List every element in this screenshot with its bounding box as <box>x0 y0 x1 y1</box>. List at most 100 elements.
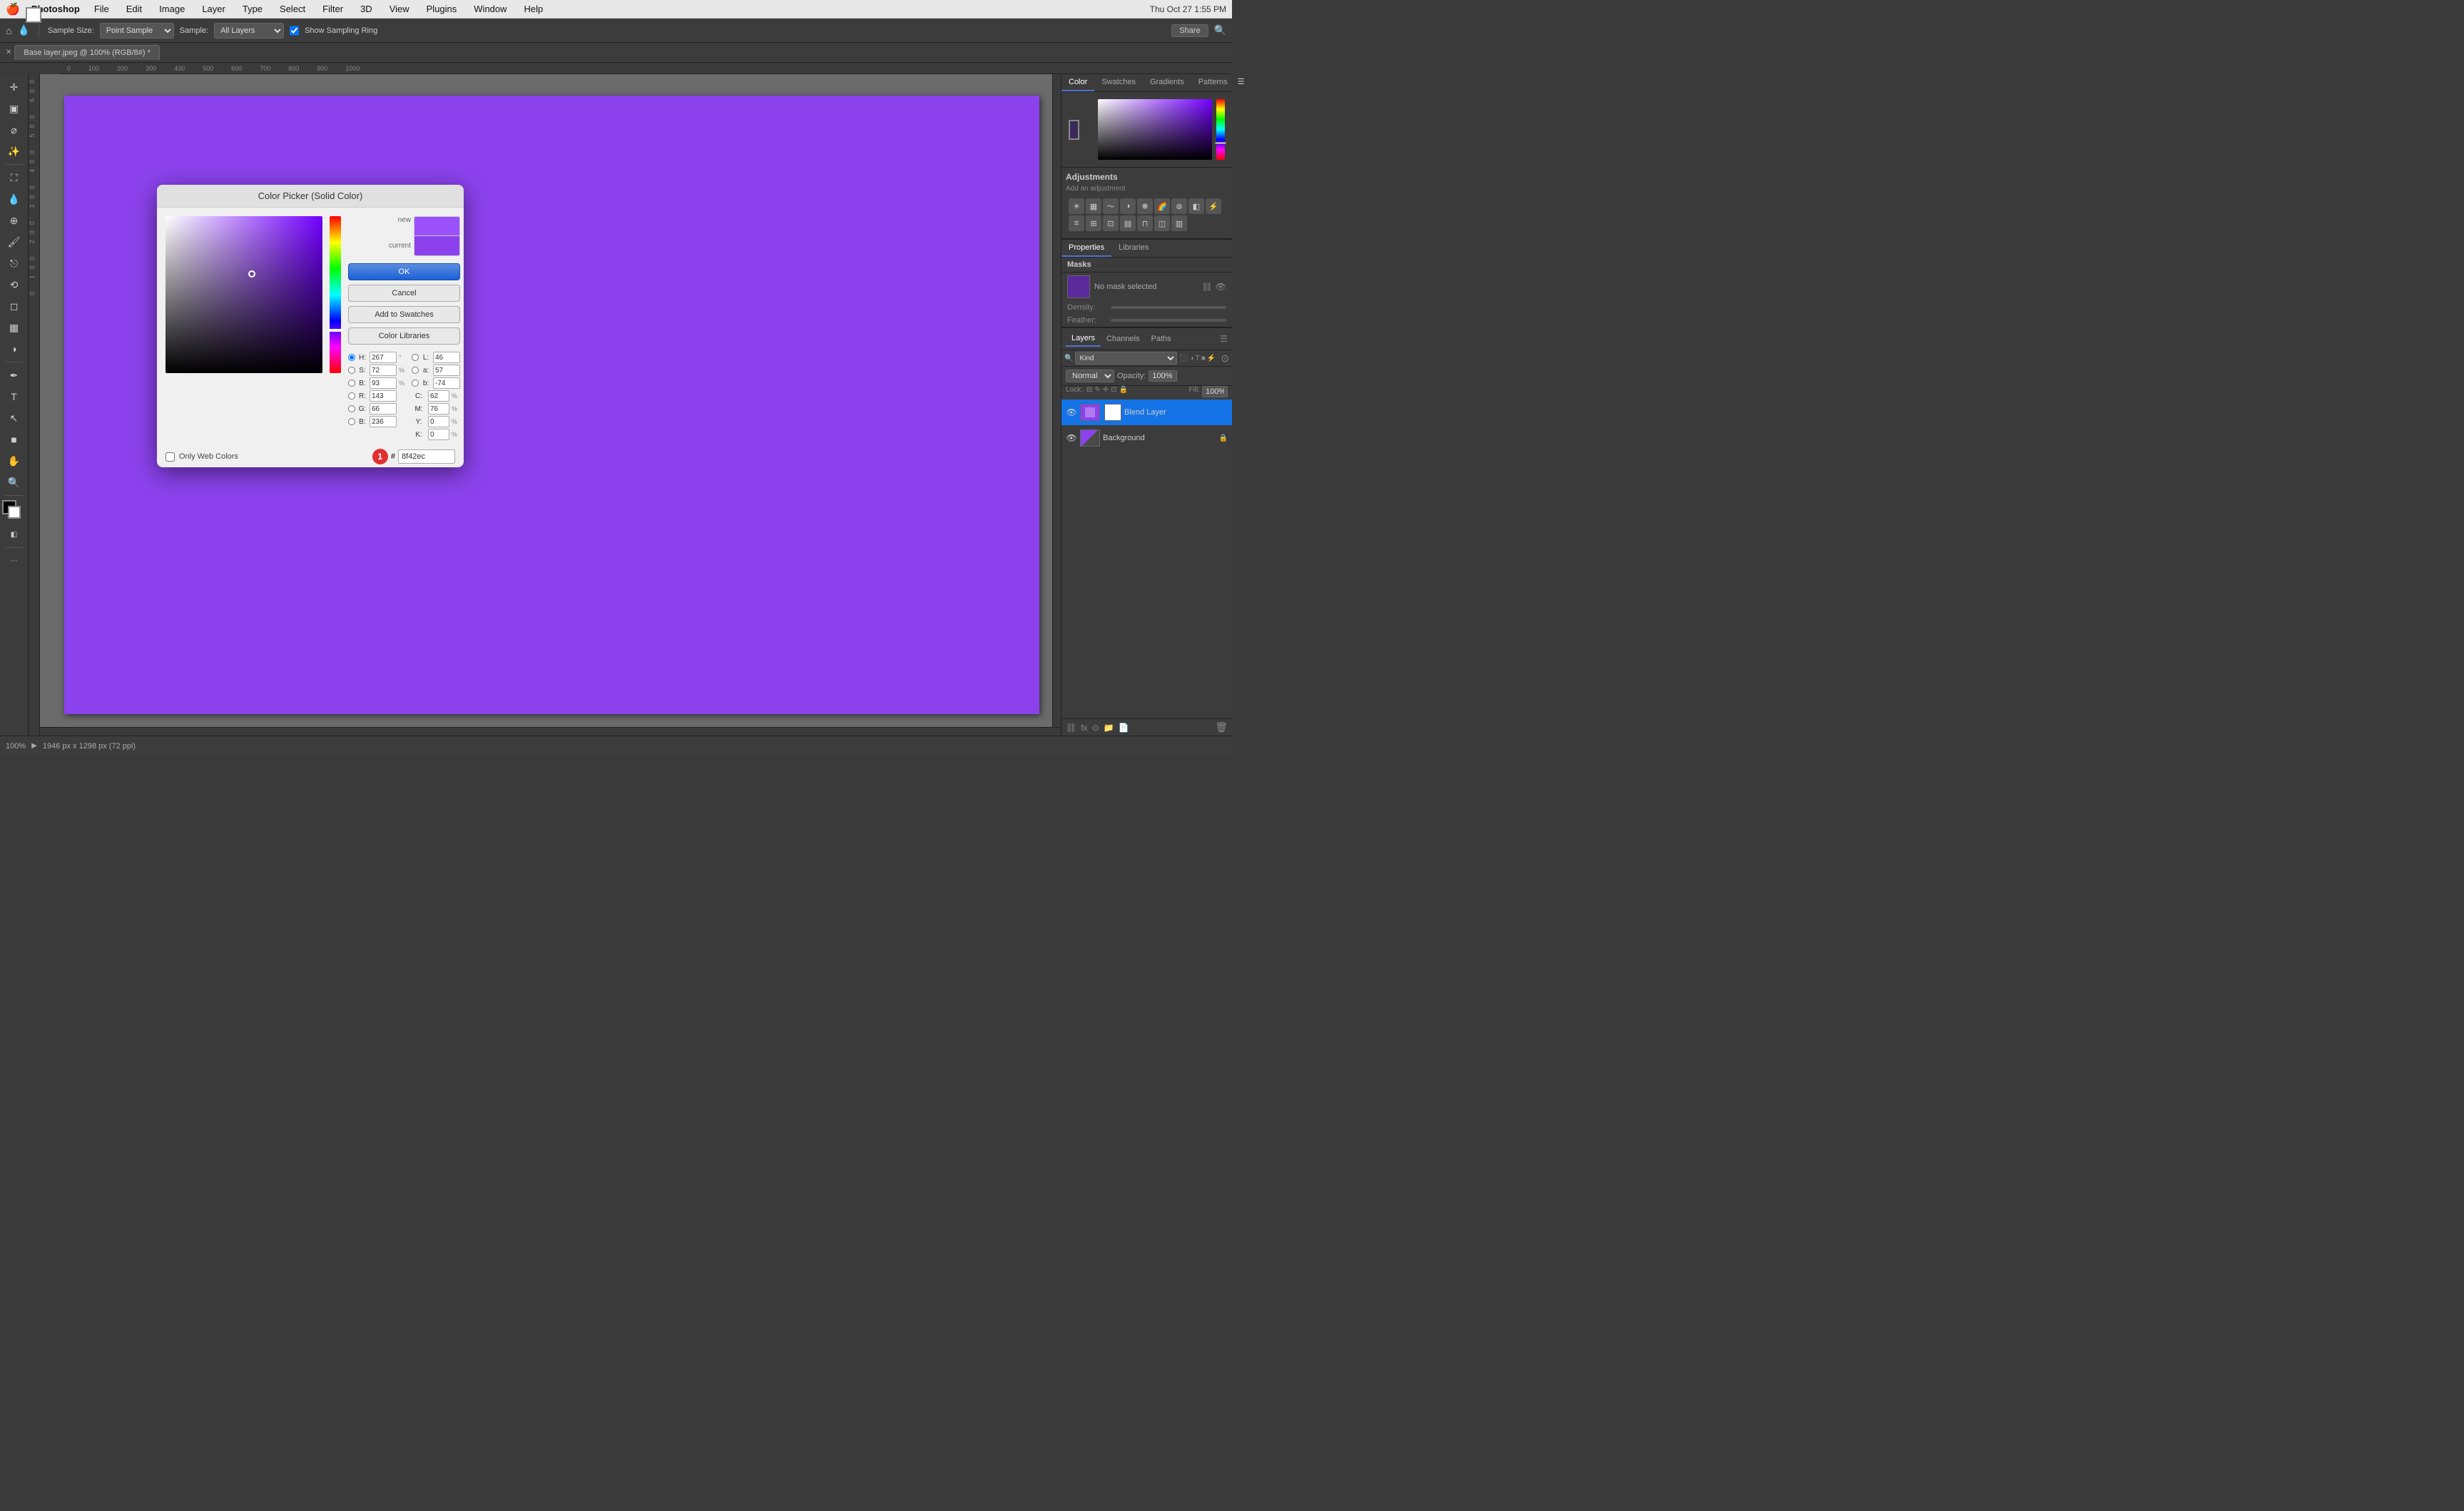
hue-slider[interactable] <box>1216 99 1225 160</box>
horizontal-scrollbar[interactable] <box>29 727 1061 736</box>
hue-sat-icon[interactable]: 🌈 <box>1154 198 1170 214</box>
brush-tool[interactable]: 🖌 <box>4 232 25 252</box>
menu-plugins[interactable]: Plugins <box>424 2 460 16</box>
menu-window[interactable]: Window <box>471 2 509 16</box>
tab-libraries[interactable]: Libraries <box>1111 240 1156 257</box>
h-input[interactable] <box>370 352 397 363</box>
vibrance-icon[interactable]: ❋ <box>1137 198 1153 214</box>
c-input[interactable] <box>428 390 449 402</box>
color-lookup-icon[interactable]: ⊞ <box>1086 215 1101 231</box>
h-radio[interactable] <box>348 354 355 361</box>
fill-input[interactable] <box>1202 386 1228 397</box>
history-tool[interactable]: ⟲ <box>4 275 25 295</box>
posterize-icon[interactable]: ▤ <box>1120 215 1136 231</box>
color-field-wrap[interactable] <box>166 216 322 373</box>
marquee-tool[interactable]: ▣ <box>4 98 25 118</box>
background-swatch[interactable] <box>26 7 41 23</box>
tab-layers[interactable]: Layers <box>1066 331 1101 347</box>
hue-strip[interactable] <box>330 216 341 373</box>
b3-input[interactable] <box>433 377 460 389</box>
opacity-input[interactable] <box>1149 370 1177 382</box>
colorbalance-icon[interactable]: ⊛ <box>1171 198 1187 214</box>
menu-view[interactable]: View <box>387 2 412 16</box>
delete-layer-icon[interactable]: 🗑 <box>1215 721 1228 733</box>
new-layer-icon[interactable]: 📄 <box>1119 723 1129 733</box>
layer-visibility-blend[interactable]: 👁 <box>1066 407 1077 418</box>
vertical-scrollbar[interactable] <box>1052 74 1061 727</box>
pen-tool[interactable]: ✒ <box>4 365 25 385</box>
tab-channels[interactable]: Channels <box>1101 332 1145 346</box>
add-style-icon[interactable]: fx <box>1081 723 1087 733</box>
b-input[interactable] <box>370 377 397 389</box>
g-radio[interactable] <box>348 405 355 412</box>
layer-visibility-bg[interactable]: 👁 <box>1066 432 1077 444</box>
r-radio[interactable] <box>348 392 355 400</box>
add-to-swatches-button[interactable]: Add to Swatches <box>348 306 460 323</box>
zoom-tool[interactable]: 🔍 <box>4 472 25 492</box>
lock-artboard-icon[interactable]: ⊡ <box>1111 386 1116 397</box>
tab-swatches[interactable]: Swatches <box>1094 74 1143 91</box>
extra-tools[interactable]: ⋯ <box>4 551 25 571</box>
lock-position-icon[interactable]: ✛ <box>1103 386 1109 397</box>
magic-wand-tool[interactable]: ✨ <box>4 141 25 161</box>
path-selection-tool[interactable]: ↖ <box>4 408 25 428</box>
l-radio[interactable] <box>412 354 419 361</box>
new-color-swatch[interactable] <box>414 216 460 236</box>
apple-menu[interactable]: 🍎 <box>6 2 20 16</box>
hue-slider-handle[interactable] <box>1215 142 1226 144</box>
brightness-icon[interactable]: ☀ <box>1069 198 1084 214</box>
fg-bg-colors[interactable] <box>2 500 26 522</box>
tab-gradients[interactable]: Gradients <box>1143 74 1191 91</box>
current-color-swatch[interactable] <box>414 236 460 256</box>
gradient-tool[interactable]: ▦ <box>4 317 25 337</box>
tab-patterns[interactable]: Patterns <box>1191 74 1235 91</box>
dodge-tool[interactable]: ◑ <box>4 339 25 359</box>
new-group-icon[interactable]: 📁 <box>1104 723 1114 733</box>
share-button[interactable]: Share <box>1171 24 1208 37</box>
menu-select[interactable]: Select <box>277 2 308 16</box>
lock-transparent-icon[interactable]: ⊟ <box>1086 386 1092 397</box>
pixel-filter-icon[interactable]: ⬛ <box>1179 355 1188 362</box>
selective-color-icon[interactable]: ◫ <box>1154 215 1170 231</box>
levels-icon[interactable]: ▦ <box>1086 198 1101 214</box>
gradient-map-icon[interactable]: ▥ <box>1171 215 1187 231</box>
document-tab[interactable]: Base layer.jpeg @ 100% (RGB/8#) * <box>14 45 159 60</box>
s-input[interactable] <box>370 365 397 376</box>
ok-button[interactable]: OK <box>348 263 460 280</box>
menu-3d[interactable]: 3D <box>357 2 375 16</box>
curves-icon[interactable]: 〜 <box>1103 198 1119 214</box>
layer-kind-select[interactable]: Kind <box>1075 352 1177 365</box>
crop-tool[interactable]: ⛶ <box>4 168 25 188</box>
home-icon[interactable]: ⌂ <box>6 25 11 36</box>
menu-type[interactable]: Type <box>240 2 265 16</box>
b2-radio[interactable] <box>348 418 355 425</box>
quick-mask-tool[interactable]: ◧ <box>4 524 25 544</box>
shape-tool[interactable]: ■ <box>4 429 25 449</box>
hand-tool[interactable]: ✋ <box>4 451 25 471</box>
type-filter-icon[interactable]: T <box>1196 355 1200 362</box>
color-gradient-preview[interactable] <box>1098 99 1212 160</box>
b3-radio[interactable] <box>412 380 419 387</box>
mask-view-icon[interactable]: 👁 <box>1216 282 1226 292</box>
a-input[interactable] <box>433 365 460 376</box>
menu-help[interactable]: Help <box>521 2 546 16</box>
add-mask-icon[interactable]: ⊙ <box>1092 723 1099 733</box>
a-radio[interactable] <box>412 367 419 374</box>
threshold-icon[interactable]: ⊓ <box>1137 215 1153 231</box>
channel-mixer-icon[interactable]: ≡ <box>1069 215 1084 231</box>
lock-all-icon[interactable]: 🔒 <box>1119 386 1127 397</box>
smart-filter-icon[interactable]: ⚡ <box>1207 355 1216 362</box>
panel-options-icon[interactable]: ☰ <box>1235 74 1248 91</box>
layer-item-background[interactable]: 👁 Background 🔒 <box>1062 425 1232 451</box>
exposure-icon[interactable]: ◑ <box>1120 198 1136 214</box>
hue-strip-wrap[interactable] <box>330 216 341 373</box>
color-libraries-button[interactable]: Color Libraries <box>348 327 460 345</box>
eyedropper-icon[interactable]: 💧 <box>17 24 29 36</box>
l-input[interactable] <box>433 352 460 363</box>
show-sampling-checkbox[interactable] <box>290 23 299 39</box>
k-input[interactable] <box>428 429 449 440</box>
layers-options-icon[interactable]: ☰ <box>1220 334 1228 344</box>
mask-link-icon[interactable]: ⛓ <box>1202 282 1213 292</box>
menu-file[interactable]: File <box>91 2 112 16</box>
layer-item-blend[interactable]: 👁 Blend Layer <box>1062 400 1232 425</box>
